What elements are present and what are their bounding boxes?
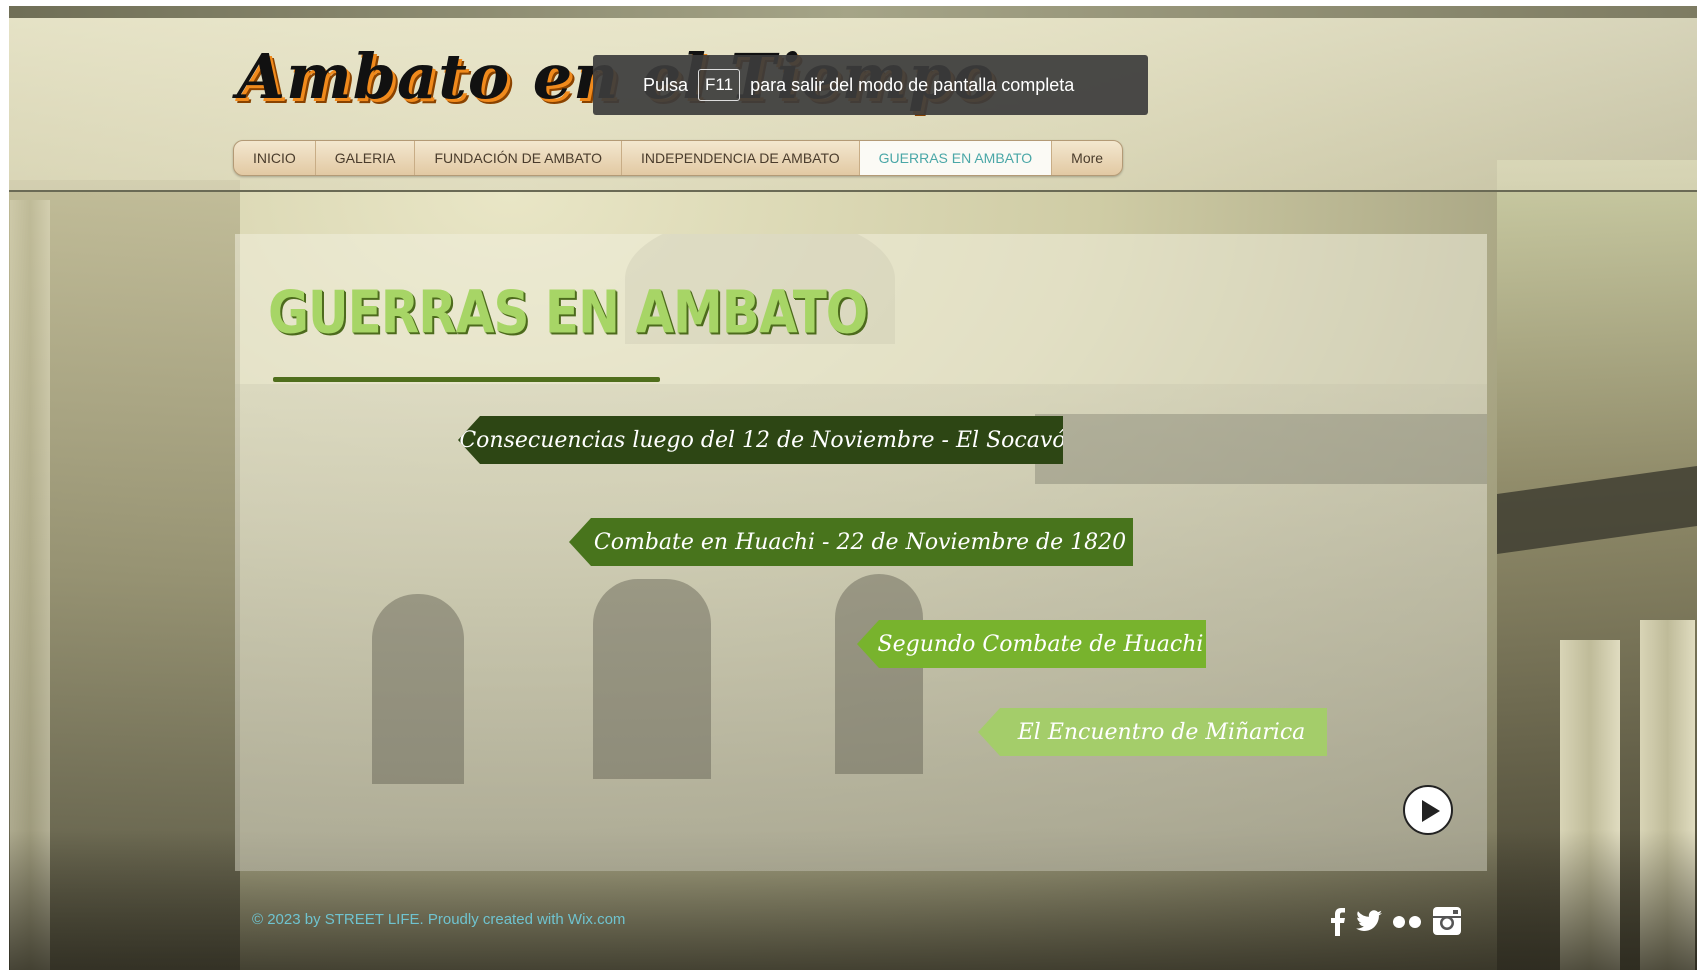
play-icon: [1422, 800, 1440, 822]
social-bar: [1330, 906, 1462, 940]
flag-link-consecuencias[interactable]: Consecuencias luego del 12 de Noviembre …: [458, 416, 1063, 464]
footer-copyright[interactable]: © 2023 by STREET LIFE. Proudly created w…: [252, 911, 625, 928]
fullscreen-notice: Pulsa F11 para salir del modo de pantall…: [593, 55, 1148, 115]
flag-link-combate-huachi[interactable]: Combate en Huachi - 22 de Noviembre de 1…: [569, 518, 1133, 566]
flag-link-minarica[interactable]: El Encuentro de Miñarica: [978, 708, 1327, 756]
title-divider: [273, 377, 660, 382]
background-arch: [835, 574, 923, 774]
fullscreen-notice-prefix: Pulsa: [643, 74, 689, 95]
instagram-icon[interactable]: [1432, 906, 1462, 940]
background-arch: [372, 594, 464, 784]
window-top-bar: [0, 6, 1697, 18]
nav-item-fundacion[interactable]: FUNDACIÓN DE AMBATO: [415, 141, 622, 175]
nav-item-galeria[interactable]: GALERIA: [316, 141, 416, 175]
main-nav: INICIO GALERIA FUNDACIÓN DE AMBATO INDEP…: [233, 140, 1124, 176]
nav-item-inicio[interactable]: INICIO: [234, 141, 316, 175]
nav-item-more[interactable]: More: [1052, 141, 1122, 175]
background-roof-tiles: [1035, 414, 1487, 484]
background-arch: [593, 579, 711, 779]
fullscreen-notice-key: F11: [698, 69, 741, 101]
nav-item-independencia[interactable]: INDEPENDENCIA DE AMBATO: [622, 141, 860, 175]
window-left-edge: [0, 0, 9, 970]
play-button[interactable]: [1403, 785, 1453, 835]
nav-item-guerras[interactable]: GUERRAS EN AMBATO: [859, 141, 1053, 175]
page-title: GUERRAS EN AMBATO: [268, 278, 868, 347]
twitter-icon[interactable]: [1356, 910, 1382, 936]
fullscreen-notice-suffix: para salir del modo de pantalla completa: [750, 74, 1075, 95]
facebook-icon[interactable]: [1330, 906, 1346, 940]
content-panel: GUERRAS EN AMBATO Consecuencias luego de…: [235, 234, 1487, 871]
flag-link-segundo-combate[interactable]: Segundo Combate de Huachi: [857, 620, 1206, 668]
flickr-icon[interactable]: [1392, 914, 1422, 933]
